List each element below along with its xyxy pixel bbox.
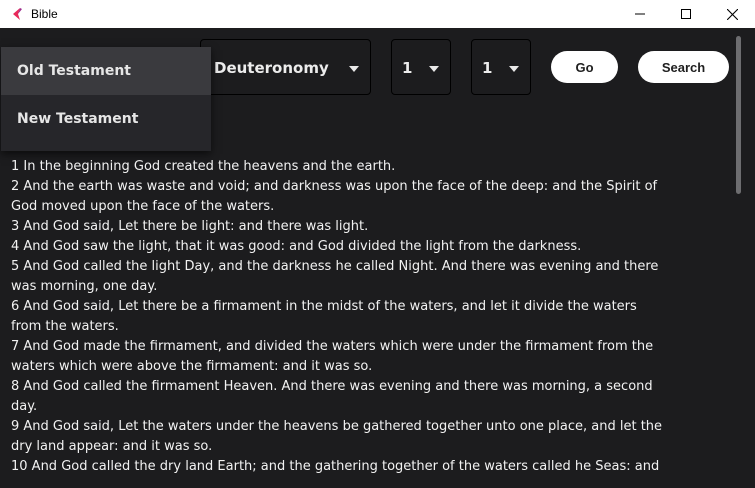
chevron-down-icon <box>349 66 359 72</box>
main-content: Deuteronomy 1 1 Go Search Old Testament … <box>0 28 755 488</box>
go-button[interactable]: Go <box>551 51 618 83</box>
verse-text: 5 And God called the light Day, and the … <box>11 259 659 294</box>
chevron-down-icon <box>509 66 519 72</box>
close-button[interactable] <box>709 0 755 28</box>
menu-item-new-testament[interactable]: New Testament <box>1 95 211 143</box>
testament-dropdown-menu: Old Testament New Testament <box>1 47 211 151</box>
verse-text: 4 And God saw the light, that it was goo… <box>11 239 582 254</box>
app-logo-icon <box>10 6 24 20</box>
maximize-icon <box>681 9 691 19</box>
verse-select-value: 1 <box>482 59 493 77</box>
window-title: Bible <box>31 7 58 21</box>
verse-text: 10 And God called the dry land Earth; an… <box>11 459 660 474</box>
book-select-value: Deuteronomy <box>214 59 329 77</box>
verse-text: 3 And God said, Let there be light: and … <box>11 219 369 234</box>
chevron-down-icon <box>429 66 439 72</box>
close-icon <box>726 8 738 20</box>
search-button[interactable]: Search <box>638 51 729 83</box>
verse-select[interactable]: 1 <box>471 39 531 95</box>
verse-text: 1 In the beginning God created the heave… <box>11 159 396 174</box>
minimize-icon <box>635 13 645 15</box>
menu-item-old-testament[interactable]: Old Testament <box>1 47 211 95</box>
scrollbar-thumb[interactable] <box>736 36 741 194</box>
verse-text: 6 And God said, Let there be a firmament… <box>11 299 637 334</box>
verse-text: 9 And God said, Let the waters under the… <box>11 419 663 454</box>
title-bar: Bible <box>0 0 755 28</box>
verse-text: 7 And God made the firmament, and divide… <box>11 339 654 374</box>
minimize-button[interactable] <box>617 0 663 28</box>
book-select[interactable]: Deuteronomy <box>200 39 371 95</box>
maximize-button[interactable] <box>663 0 709 28</box>
verse-text: 8 And God called the firmament Heaven. A… <box>11 379 653 414</box>
chapter-select[interactable]: 1 <box>391 39 451 95</box>
chapter-select-value: 1 <box>402 59 413 77</box>
verse-list: 1 In the beginning God created the heave… <box>11 157 671 477</box>
verse-text: 2 And the earth was waste and void; and … <box>11 179 658 214</box>
